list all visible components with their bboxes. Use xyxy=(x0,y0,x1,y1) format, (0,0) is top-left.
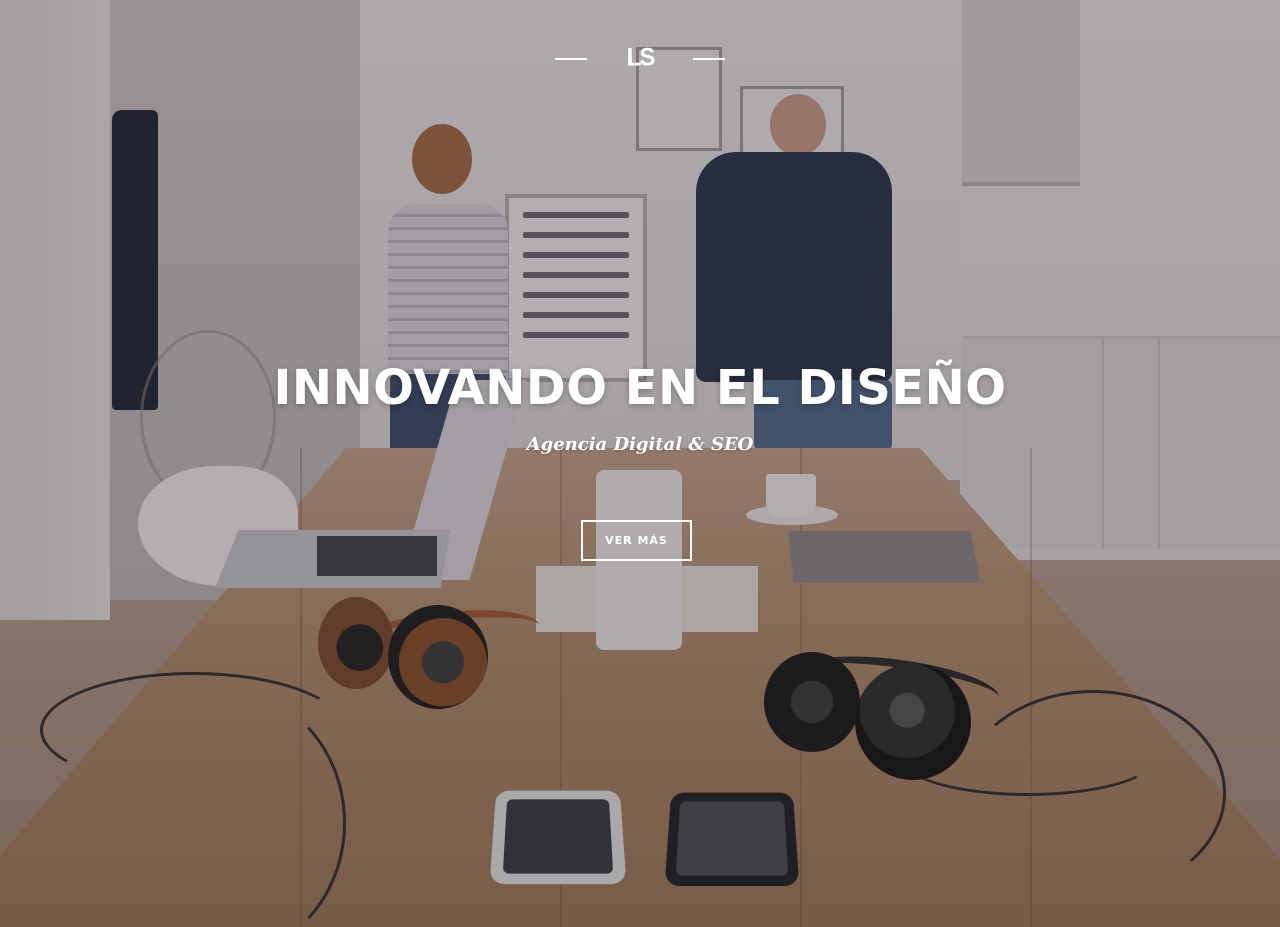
logo-right-line xyxy=(693,58,725,60)
hero-tagline: Agencia Digital & SEO xyxy=(526,434,754,455)
site-logo[interactable]: LS xyxy=(0,43,1280,74)
logo-text: LS xyxy=(626,43,656,72)
ver-mas-button[interactable]: VER MÁS xyxy=(581,520,692,561)
logo-left-line xyxy=(555,58,587,60)
hero-section: LS INNOVANDO EN EL DISEÑO Agencia Digita… xyxy=(0,0,1280,927)
hero-headline: INNOVANDO EN EL DISEÑO xyxy=(273,360,1007,416)
hero-dark-overlay xyxy=(0,0,1280,927)
